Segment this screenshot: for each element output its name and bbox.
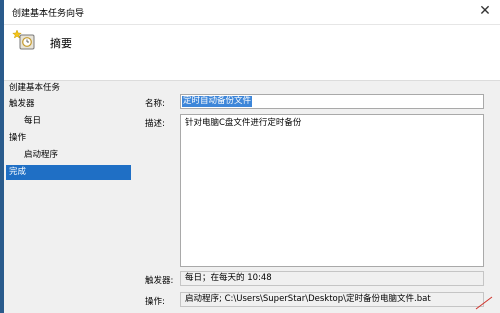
- trigger-label: 触发器:: [145, 276, 174, 286]
- close-button[interactable]: ✕: [470, 0, 500, 24]
- description-textarea[interactable]: 针对电脑C盘文件进行定时备份: [180, 114, 484, 267]
- step-daily[interactable]: 每日: [6, 114, 131, 129]
- wizard-body: 创建基本任务 触发器 每日 操作 启动程序 完成 名称: 定时自动备份文件 描述…: [4, 81, 500, 313]
- title-bar[interactable]: 创建基本任务向导 ✕: [4, 0, 500, 25]
- step-action[interactable]: 操作: [6, 131, 131, 146]
- step-finish[interactable]: 完成: [6, 165, 131, 180]
- task-name-value: 定时自动备份文件: [182, 96, 253, 107]
- action-label: 操作:: [145, 297, 165, 307]
- step-create-basic-task[interactable]: 创建基本任务: [6, 81, 131, 96]
- close-icon: ✕: [479, 3, 491, 19]
- action-summary: 启动程序; C:\Users\SuperStar\Desktop\定时备份电脑文…: [180, 292, 484, 307]
- wizard-header: 摘要: [4, 25, 500, 80]
- page-title: 摘要: [50, 37, 72, 50]
- resize-grip-icon[interactable]: [474, 296, 494, 310]
- description-value: 针对电脑C盘文件进行定时备份: [185, 118, 302, 128]
- name-label: 名称:: [145, 99, 165, 109]
- step-start-program[interactable]: 启动程序: [6, 148, 131, 163]
- wizard-steps: 创建基本任务 触发器 每日 操作 启动程序 完成: [4, 81, 132, 313]
- description-label: 描述:: [145, 119, 165, 129]
- step-trigger[interactable]: 触发器: [6, 97, 131, 112]
- trigger-summary: 每日；在每天的 10:48: [180, 271, 484, 286]
- create-basic-task-wizard: 创建基本任务向导 ✕ 摘要 创建基本任务 触发器 每日 操作 启动程序 完成 名…: [0, 0, 500, 313]
- task-name-input[interactable]: 定时自动备份文件: [180, 94, 484, 109]
- wizard-clock-icon: [12, 29, 35, 50]
- window-title: 创建基本任务向导: [12, 9, 85, 19]
